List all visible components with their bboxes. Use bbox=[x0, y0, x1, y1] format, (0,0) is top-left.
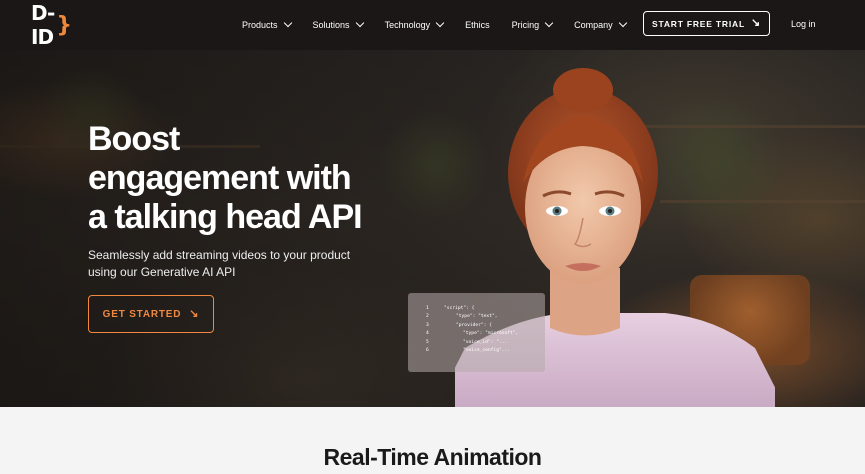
login-link[interactable]: Log in bbox=[791, 19, 816, 29]
arrow-down-right-icon: ↘ bbox=[750, 17, 761, 29]
code-text: "voice_config"... bbox=[463, 347, 511, 353]
arrow-down-right-icon: ↘ bbox=[189, 307, 200, 320]
hero-title: Boost engagement with a talking head API bbox=[88, 120, 388, 237]
get-started-label: GET STARTED bbox=[102, 308, 182, 320]
hero-title-line: a talking head API bbox=[88, 198, 363, 236]
chevron-down-icon bbox=[618, 18, 627, 28]
line-number: 3 bbox=[426, 322, 429, 328]
api-code-snippet: 1 "script": { 2 "type": "text", 3 "provider… bbox=[408, 293, 545, 372]
nav-item-label: Products bbox=[242, 20, 278, 30]
chevron-down-icon bbox=[355, 18, 364, 28]
get-started-button[interactable]: GET STARTED ↘ bbox=[88, 295, 214, 333]
code-text: "voice_id": "... bbox=[463, 339, 508, 345]
code-line: 4 "type": "microsoft", bbox=[426, 331, 545, 339]
code-line: 2 "type": "text", bbox=[426, 314, 545, 322]
nav-item-technology[interactable]: Technology bbox=[384, 18, 445, 30]
code-line: 3 "provider": { bbox=[426, 323, 545, 331]
line-number: 5 bbox=[426, 339, 429, 345]
chevron-down-icon bbox=[283, 18, 292, 28]
code-line: 5 "voice_id": "... bbox=[426, 340, 545, 348]
nav-item-solutions[interactable]: Solutions bbox=[312, 18, 364, 30]
hero-title-line: Boost bbox=[88, 120, 180, 158]
hero-title-line: engagement with bbox=[88, 159, 352, 197]
nav-item-pricing[interactable]: Pricing bbox=[511, 18, 554, 30]
main-menu: Products Solutions Technology Ethics Pri… bbox=[242, 0, 648, 50]
hero-subtitle: Seamlessly add streaming videos to your … bbox=[88, 248, 351, 279]
start-free-trial-label: START FREE TRIAL bbox=[652, 18, 745, 29]
top-navbar: D-ID} Products Solutions Technology Ethi… bbox=[0, 0, 865, 50]
nav-item-ethics[interactable]: Ethics bbox=[465, 20, 490, 30]
nav-item-label: Solutions bbox=[312, 20, 350, 30]
logo-brace: } bbox=[56, 12, 72, 38]
logo-text: D-ID bbox=[31, 1, 55, 49]
line-number: 4 bbox=[426, 331, 429, 337]
code-line: 6 "voice_config"... bbox=[426, 348, 545, 356]
nav-item-label: Company bbox=[574, 20, 613, 30]
nav-item-label: Pricing bbox=[511, 20, 540, 30]
code-text: "provider": { bbox=[456, 322, 492, 328]
nav-item-label: Ethics bbox=[465, 20, 490, 30]
code-text: "type": "text", bbox=[456, 314, 498, 320]
chevron-down-icon bbox=[544, 18, 554, 28]
nav-item-label: Technology bbox=[384, 20, 431, 30]
section-title: Real-Time Animation bbox=[323, 444, 542, 470]
line-number: 6 bbox=[426, 347, 429, 353]
code-text: "type": "microsoft", bbox=[463, 331, 519, 337]
d-id-logo[interactable]: D-ID} bbox=[31, 1, 72, 49]
nav-item-company[interactable]: Company bbox=[574, 18, 627, 30]
nav-item-products[interactable]: Products bbox=[242, 18, 292, 30]
start-free-trial-button[interactable]: START FREE TRIAL ↘ bbox=[643, 11, 770, 36]
line-number: 2 bbox=[426, 314, 429, 320]
chevron-down-icon bbox=[435, 18, 445, 28]
